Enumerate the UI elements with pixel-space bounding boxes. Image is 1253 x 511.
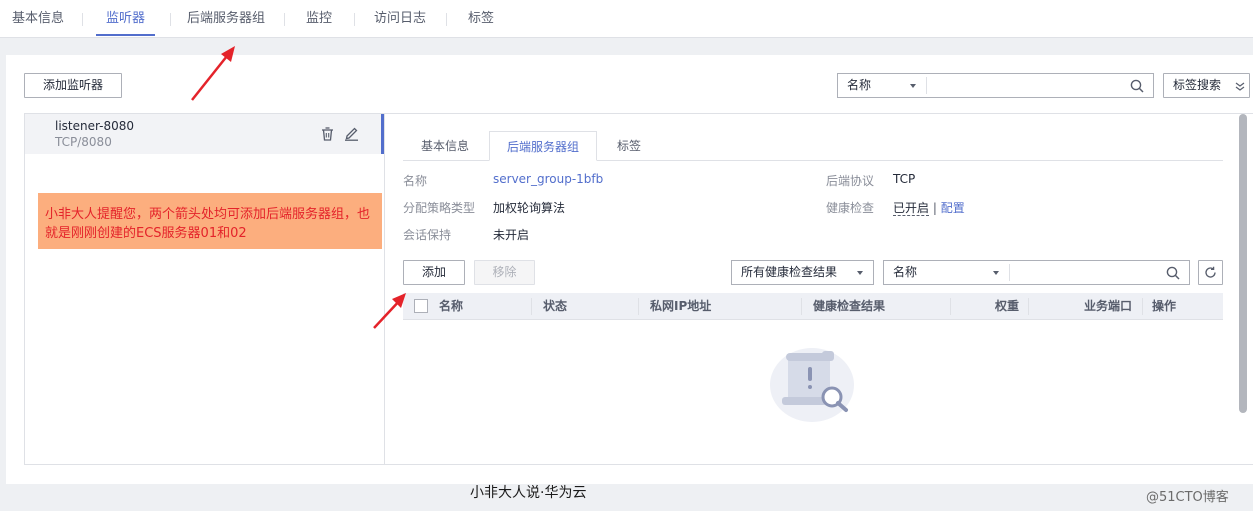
select-all-checkbox[interactable] (414, 299, 428, 313)
tab-monitoring[interactable]: 监控 (300, 0, 338, 38)
divider (1009, 264, 1010, 281)
column-separator (1028, 298, 1029, 315)
member-search-input[interactable] (1015, 263, 1155, 282)
column-separator (801, 298, 802, 315)
sub-tab-tags[interactable]: 标签 (608, 131, 650, 161)
tab-separator (170, 13, 171, 26)
column-header-service-port[interactable]: 业务端口 (1084, 293, 1132, 320)
refresh-icon (1205, 266, 1216, 278)
health-result-filter-value: 所有健康检查结果 (741, 265, 838, 279)
column-header-weight[interactable]: 权重 (995, 293, 1019, 320)
chevron-down-icon[interactable] (993, 271, 999, 275)
tag-search-label: 标签搜索 (1173, 78, 1222, 92)
listener-search-input[interactable] (932, 76, 1122, 95)
health-check-value[interactable]: 已开启 (893, 201, 930, 216)
column-header-name[interactable]: 名称 (439, 293, 463, 320)
edit-icon[interactable] (344, 126, 359, 141)
tab-basic-info[interactable]: 基本信息 (8, 0, 68, 38)
algorithm-label: 分配策略类型 (403, 201, 476, 215)
tag-search-button[interactable]: 标签搜索 (1163, 73, 1250, 98)
watermark: @51CTO博客 (1146, 490, 1229, 505)
health-check-separator: | (932, 201, 937, 215)
column-separator (531, 298, 532, 315)
health-check-label: 健康检查 (826, 201, 875, 215)
chevron-down-icon (857, 271, 863, 275)
listener-search-box: 名称 (837, 73, 1154, 98)
column-header-status[interactable]: 状态 (543, 293, 567, 320)
tab-separator (446, 13, 447, 26)
sub-tab-backend-server-group[interactable]: 后端服务器组 (489, 131, 597, 161)
column-separator (1142, 298, 1143, 315)
member-search-field-select[interactable]: 名称 (893, 261, 917, 284)
algorithm-value: 加权轮询算法 (493, 201, 566, 215)
arrow-annotation-top (191, 46, 235, 101)
top-tab-bar: 基本信息 监听器 后端服务器组 监控 访问日志 标签 (0, 0, 1253, 38)
column-header-health-result[interactable]: 健康检查结果 (813, 293, 885, 320)
annotation-note: 小非大人提醒您，两个箭头处均可添加后端服务器组，也就是刚刚创建的ECS服务器01… (38, 193, 382, 249)
session-sticky-value: 未开启 (493, 228, 530, 242)
tab-backend-server-groups[interactable]: 后端服务器组 (184, 0, 268, 38)
chevron-down-icon[interactable] (910, 84, 916, 88)
search-field-select[interactable]: 名称 (847, 74, 871, 97)
tab-tags[interactable]: 标签 (462, 0, 500, 38)
backend-protocol-value: TCP (893, 172, 916, 186)
column-header-private-ip[interactable]: 私网IP地址 (650, 293, 711, 320)
group-name-label: 名称 (403, 174, 428, 188)
refresh-button[interactable] (1198, 260, 1223, 285)
search-icon[interactable] (1130, 79, 1144, 93)
column-header-actions: 操作 (1152, 299, 1177, 313)
scrollbar[interactable] (1239, 114, 1247, 413)
tab-listeners[interactable]: 监听器 (96, 0, 155, 38)
double-chevron-down-icon (1235, 82, 1245, 91)
listener-name: listener-8080 (55, 119, 135, 133)
column-separator (638, 298, 639, 315)
group-name-value[interactable]: server_group-1bfb (493, 172, 603, 186)
empty-state-icon (770, 348, 854, 422)
add-listener-button[interactable]: 添加监听器 (24, 73, 122, 98)
tab-separator (354, 13, 355, 26)
listener-item[interactable]: listener-8080 TCP/8080 (25, 114, 384, 154)
tab-separator (82, 13, 83, 26)
divider (926, 77, 927, 94)
tab-separator (284, 13, 285, 26)
listener-protocol-port: TCP/8080 (55, 135, 112, 149)
column-separator (950, 298, 951, 315)
delete-icon[interactable] (321, 127, 334, 141)
add-member-button[interactable]: 添加 (403, 260, 465, 285)
health-result-filter[interactable]: 所有健康检查结果 (731, 260, 874, 285)
session-sticky-label: 会话保持 (403, 228, 452, 242)
backend-protocol-label: 后端协议 (826, 174, 875, 188)
health-check-config-link[interactable]: 配置 (941, 201, 965, 215)
arrow-annotation-add (373, 293, 406, 329)
search-icon[interactable] (1166, 266, 1180, 280)
health-check-status: 已开启 | 配置 (893, 199, 965, 216)
footer-caption: 小非大人说·华为云 (470, 485, 587, 501)
tab-access-logs[interactable]: 访问日志 (370, 0, 430, 38)
sub-tab-basic-info[interactable]: 基本信息 (410, 131, 480, 161)
remove-member-button[interactable]: 移除 (474, 260, 535, 285)
listener-list: listener-8080 TCP/8080 (24, 113, 385, 465)
member-search-box: 名称 (883, 260, 1190, 285)
